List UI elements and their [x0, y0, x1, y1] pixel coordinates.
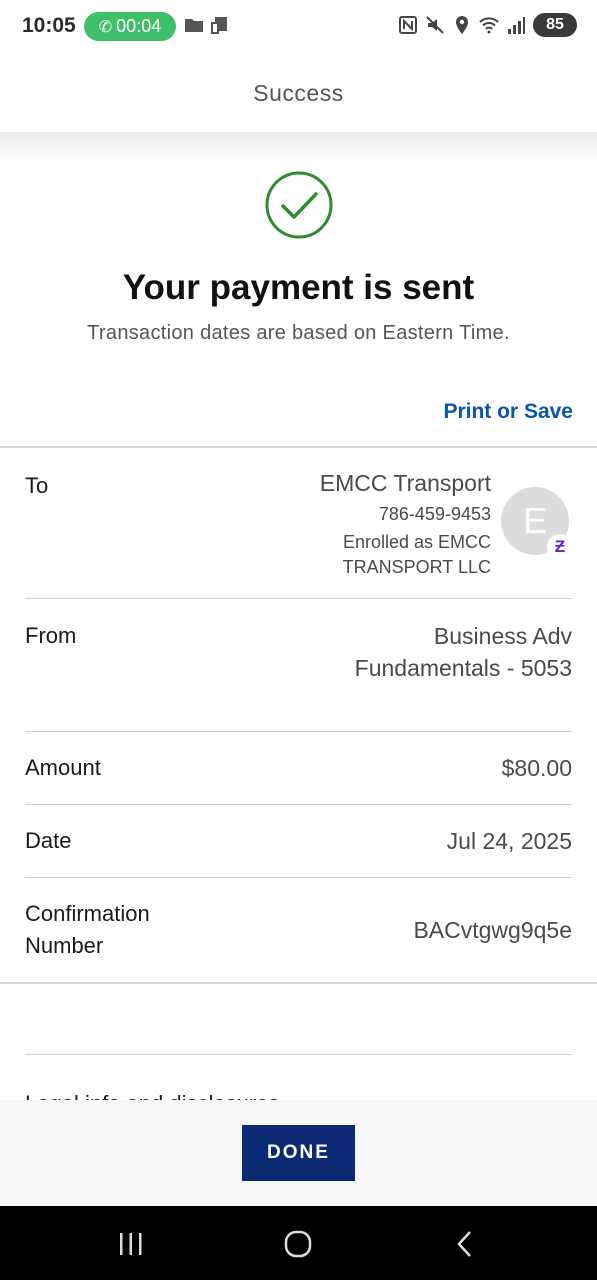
- date-label: Date: [25, 828, 72, 853]
- recents-icon[interactable]: [111, 1226, 151, 1262]
- ongoing-call-pill[interactable]: ✆ 00:04: [84, 12, 176, 41]
- confirmation-label-line2: Number: [25, 933, 104, 958]
- page-title: Success: [253, 79, 344, 106]
- divider: [0, 446, 597, 448]
- divider: [25, 804, 572, 805]
- location-icon: [456, 16, 468, 34]
- timezone-note: Transaction dates are based on Eastern T…: [87, 322, 510, 344]
- amount-value: $80.00: [501, 755, 572, 781]
- wifi-icon: [479, 17, 499, 34]
- back-icon[interactable]: [445, 1226, 485, 1262]
- confirmation-label-line1: Confirmation: [25, 901, 150, 926]
- home-icon[interactable]: [278, 1226, 318, 1262]
- print-or-save-link[interactable]: Print or Save: [443, 400, 573, 424]
- divider: [25, 1054, 572, 1055]
- nfc-icon: [399, 16, 417, 34]
- from-label: From: [25, 623, 77, 648]
- status-notification-icons: [184, 15, 230, 35]
- zelle-icon: Ƶ: [547, 534, 573, 560]
- app-header: Success: [0, 54, 597, 132]
- done-button[interactable]: DONE: [242, 1125, 355, 1181]
- status-time: 10:05: [22, 14, 76, 37]
- recipient-name: EMCC Transport: [319, 470, 491, 496]
- battery-icon: 85: [533, 13, 577, 37]
- folder-icon: [185, 19, 203, 32]
- mute-icon: [426, 16, 444, 34]
- from-account-line1: Business Adv: [433, 623, 572, 649]
- system-nav-bar: [0, 1206, 597, 1280]
- confirmation-number: BACvtgwg9q5e: [413, 917, 572, 943]
- divider: [0, 982, 597, 984]
- divider: [25, 731, 572, 732]
- battery-level: 85: [546, 16, 564, 33]
- divider: [25, 877, 572, 878]
- status-bar: 10:05 ✆ 00:04 85: [0, 0, 597, 54]
- checkmark-circle-icon: [265, 171, 333, 239]
- cast-icon: [211, 17, 227, 34]
- avatar-initial: E: [522, 500, 547, 541]
- divider: [25, 598, 572, 599]
- from-account-line2: Fundamentals - 5053: [354, 655, 572, 681]
- status-system-icons: 85: [398, 13, 577, 37]
- amount-label: Amount: [25, 755, 101, 780]
- call-timer: 00:04: [116, 16, 162, 36]
- header-shadow: [0, 132, 597, 162]
- date-value: Jul 24, 2025: [446, 828, 572, 854]
- phone-icon: ✆: [98, 18, 113, 36]
- signal-icon: [508, 17, 525, 34]
- success-headline: Your payment is sent: [122, 268, 475, 307]
- recipient-enrolled-name: Enrolled as EMCC TRANSPORT LLC: [342, 532, 491, 577]
- to-label: To: [25, 473, 49, 498]
- recipient-phone: 786-459-9453: [378, 504, 491, 524]
